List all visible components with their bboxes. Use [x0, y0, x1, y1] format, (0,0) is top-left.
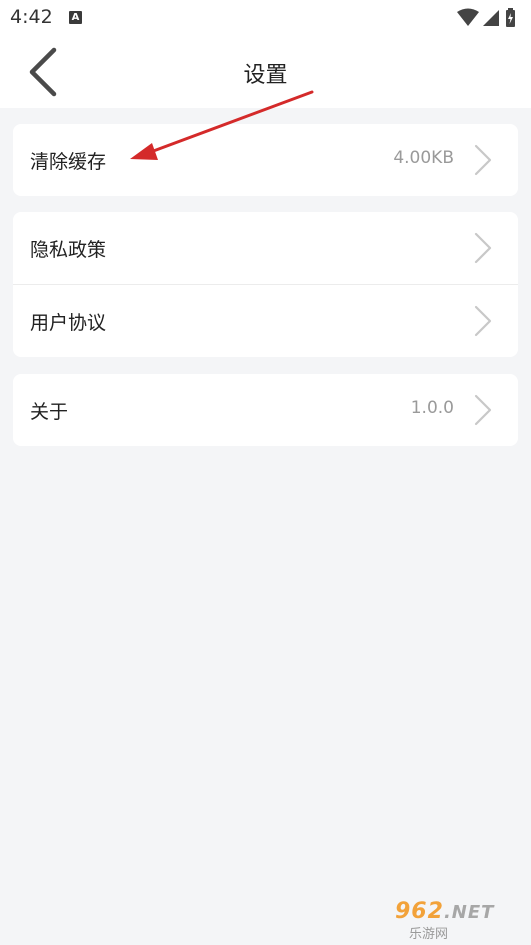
- wifi-icon: [457, 8, 479, 26]
- signal-icon: [483, 10, 499, 26]
- watermark-number: 962: [395, 899, 444, 924]
- watermark-site-name: 乐游网: [409, 927, 449, 942]
- chevron-right-icon: [474, 394, 492, 426]
- a-icon: A: [69, 11, 82, 24]
- row-label: 隐私政策: [30, 239, 107, 261]
- watermark-logo: 962.NET 乐游网: [395, 899, 523, 942]
- chevron-right-icon: [474, 232, 492, 264]
- page-title: 设置: [243, 63, 288, 88]
- battery-charging-icon: [506, 8, 515, 27]
- status-time: 4:42: [10, 6, 53, 28]
- row-label: 用户协议: [30, 312, 107, 334]
- settings-row-clear-cache[interactable]: 清除缓存 4.00KB: [13, 124, 518, 196]
- cache-size-value: 4.00KB: [393, 148, 454, 168]
- status-bar: 4:42 A: [0, 0, 531, 36]
- status-icons: [455, 6, 519, 30]
- settings-row-privacy-policy[interactable]: 隐私政策: [13, 212, 518, 284]
- row-label: 关于: [30, 401, 69, 423]
- settings-group-about: 关于 1.0.0: [13, 374, 518, 446]
- chevron-right-icon: [474, 144, 492, 176]
- watermark-suffix: .NET: [443, 902, 495, 923]
- settings-group-legal: 隐私政策 用户协议: [13, 212, 518, 357]
- chevron-right-icon: [474, 305, 492, 337]
- settings-row-user-agreement[interactable]: 用户协议: [13, 285, 518, 357]
- settings-row-about[interactable]: 关于 1.0.0: [13, 374, 518, 446]
- row-label: 清除缓存: [30, 151, 107, 173]
- version-value: 1.0.0: [410, 398, 454, 418]
- settings-group-cache: 清除缓存 4.00KB: [13, 124, 518, 196]
- header: 设置: [0, 36, 531, 108]
